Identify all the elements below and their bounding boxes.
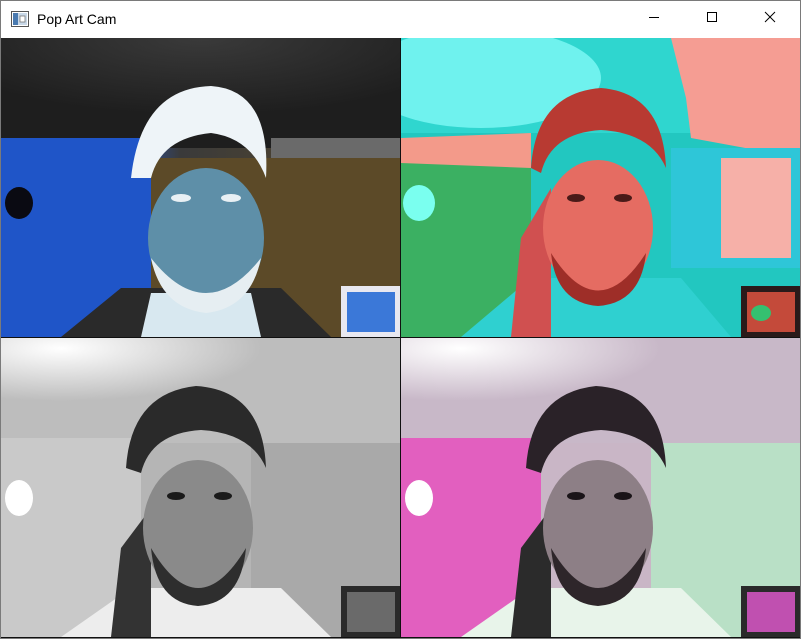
inverted-frame-image [1, 38, 400, 337]
app-window-icon [11, 11, 29, 27]
maximize-button[interactable] [689, 1, 735, 37]
window-title: Pop Art Cam [37, 11, 117, 27]
title-bar[interactable]: Pop Art Cam [1, 1, 800, 37]
camera-panel-tinted [401, 338, 800, 637]
maximize-icon [706, 10, 718, 28]
close-button[interactable] [747, 1, 793, 37]
grayscale-frame-image [1, 338, 400, 637]
camera-panel-posterized [401, 38, 800, 337]
tinted-frame-image [401, 338, 800, 637]
app-window: Pop Art Cam [0, 0, 801, 639]
close-icon [764, 10, 776, 28]
posterized-frame-image [401, 38, 800, 337]
minimize-icon [648, 10, 660, 28]
minimize-button[interactable] [631, 1, 677, 37]
camera-panel-grayscale [1, 338, 400, 637]
camera-canvas [1, 38, 800, 638]
camera-panel-inverted [1, 38, 400, 337]
